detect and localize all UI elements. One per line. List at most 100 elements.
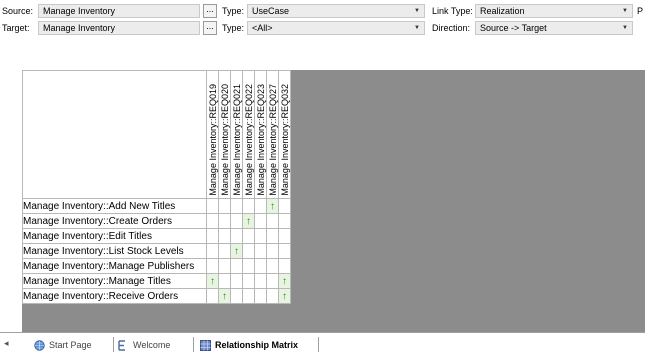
matrix-cell[interactable] bbox=[206, 198, 219, 214]
matrix-cell[interactable] bbox=[230, 213, 243, 229]
matrix-row: Manage Inventory::List Stock Levels ↑ bbox=[22, 243, 291, 259]
matrix-cell[interactable] bbox=[218, 258, 231, 274]
matrix-cell[interactable] bbox=[230, 273, 243, 289]
matrix-cell[interactable] bbox=[242, 288, 255, 304]
row-header[interactable]: Manage Inventory::Add New Titles bbox=[22, 198, 207, 214]
source-field[interactable]: Manage Inventory bbox=[38, 4, 200, 18]
matrix-cell[interactable] bbox=[206, 258, 219, 274]
matrix-cell-linked[interactable]: ↑ bbox=[278, 288, 291, 304]
matrix-cell[interactable] bbox=[254, 243, 267, 259]
matrix-cell[interactable] bbox=[218, 273, 231, 289]
row-header[interactable]: Manage Inventory::Edit Titles bbox=[22, 228, 207, 244]
column-header[interactable]: Manage Inventory::REQ023 bbox=[254, 70, 267, 199]
matrix-row: Manage Inventory::Manage Titles ↑ ↑ bbox=[22, 273, 291, 289]
target-type-dropdown[interactable]: <All> ▼ bbox=[247, 21, 425, 35]
matrix-row: Manage Inventory::Create Orders ↑ bbox=[22, 213, 291, 229]
arrow-up-icon: ↑ bbox=[246, 215, 251, 227]
source-type-value: UseCase bbox=[252, 6, 290, 16]
matrix-cell[interactable] bbox=[230, 258, 243, 274]
matrix-cell[interactable] bbox=[254, 258, 267, 274]
matrix-cell[interactable] bbox=[206, 213, 219, 229]
direction-label: Direction: bbox=[432, 23, 471, 33]
matrix-cell[interactable] bbox=[254, 213, 267, 229]
column-header[interactable]: Manage Inventory::REQ022 bbox=[242, 70, 255, 199]
matrix-cell-linked[interactable]: ↑ bbox=[230, 243, 243, 259]
row-header[interactable]: Manage Inventory::Create Orders bbox=[22, 213, 207, 229]
matrix-cell[interactable] bbox=[230, 288, 243, 304]
matrix-cell-linked[interactable]: ↑ bbox=[218, 288, 231, 304]
source-browse-button[interactable]: ... bbox=[203, 4, 217, 18]
matrix-cell[interactable] bbox=[254, 198, 267, 214]
matrix-cell[interactable] bbox=[278, 258, 291, 274]
matrix-cell[interactable] bbox=[218, 243, 231, 259]
column-header[interactable]: Manage Inventory::REQ021 bbox=[230, 70, 243, 199]
matrix-cell[interactable] bbox=[218, 228, 231, 244]
link-type-dropdown[interactable]: Realization ▼ bbox=[475, 4, 633, 18]
column-header-label: Manage Inventory::REQ032 bbox=[280, 84, 290, 196]
matrix-cell[interactable] bbox=[278, 243, 291, 259]
row-header[interactable]: Manage Inventory::Manage Publishers bbox=[22, 258, 207, 274]
cut-off-label: P bbox=[637, 6, 644, 16]
matrix-cell[interactable] bbox=[278, 213, 291, 229]
row-header[interactable]: Manage Inventory::Receive Orders bbox=[22, 288, 207, 304]
matrix-cell[interactable] bbox=[266, 213, 279, 229]
matrix-cell[interactable] bbox=[266, 243, 279, 259]
link-type-value: Realization bbox=[480, 6, 525, 16]
tab-welcome[interactable]: Welcome bbox=[118, 336, 170, 354]
chevron-down-icon: ▼ bbox=[622, 8, 628, 14]
matrix-cell-linked[interactable]: ↑ bbox=[266, 198, 279, 214]
matrix-cell[interactable] bbox=[266, 273, 279, 289]
row-header[interactable]: Manage Inventory::Manage Titles bbox=[22, 273, 207, 289]
matrix-cell[interactable] bbox=[242, 273, 255, 289]
column-header-label: Manage Inventory::REQ023 bbox=[256, 84, 266, 196]
matrix-cell[interactable] bbox=[242, 243, 255, 259]
matrix-cell[interactable] bbox=[218, 213, 231, 229]
column-header[interactable]: Manage Inventory::REQ019 bbox=[206, 70, 219, 199]
column-header-label: Manage Inventory::REQ027 bbox=[268, 84, 278, 196]
column-header[interactable]: Manage Inventory::REQ027 bbox=[266, 70, 279, 199]
matrix-cell[interactable] bbox=[206, 288, 219, 304]
matrix-cell[interactable] bbox=[266, 288, 279, 304]
matrix-cell[interactable] bbox=[266, 258, 279, 274]
matrix-cell-linked[interactable]: ↑ bbox=[206, 273, 219, 289]
matrix-cell[interactable] bbox=[242, 228, 255, 244]
matrix-cell[interactable] bbox=[254, 273, 267, 289]
matrix-cell[interactable] bbox=[254, 288, 267, 304]
matrix-cell[interactable] bbox=[242, 198, 255, 214]
matrix-cell[interactable] bbox=[278, 198, 291, 214]
matrix-corner bbox=[22, 70, 207, 199]
matrix-cell[interactable] bbox=[242, 258, 255, 274]
matrix-cell[interactable] bbox=[230, 198, 243, 214]
matrix-cell-linked[interactable]: ↑ bbox=[242, 213, 255, 229]
matrix-viewport[interactable]: Manage Inventory::REQ019 Manage Inventory… bbox=[0, 54, 645, 332]
tab-scroll-left-icon[interactable]: ◂ bbox=[4, 338, 9, 349]
matrix-cell[interactable] bbox=[206, 228, 219, 244]
column-header-label: Manage Inventory::REQ019 bbox=[208, 84, 218, 196]
tab-label: Start Page bbox=[49, 340, 92, 350]
direction-dropdown[interactable]: Source -> Target ▼ bbox=[475, 21, 633, 35]
source-type-dropdown[interactable]: UseCase ▼ bbox=[247, 4, 425, 18]
column-header[interactable]: Manage Inventory::REQ020 bbox=[218, 70, 231, 199]
target-browse-button[interactable]: ... bbox=[203, 21, 217, 35]
matrix-toolbar: Source: Manage Inventory ... Target: Man… bbox=[0, 0, 645, 54]
matrix-cell-linked[interactable]: ↑ bbox=[278, 273, 291, 289]
tab-relationship-matrix[interactable]: Relationship Matrix bbox=[200, 336, 298, 354]
arrow-up-icon: ↑ bbox=[282, 275, 287, 287]
column-header-label: Manage Inventory::REQ020 bbox=[220, 84, 230, 196]
matrix-cell[interactable] bbox=[278, 228, 291, 244]
column-header-label: Manage Inventory::REQ021 bbox=[232, 84, 242, 196]
matrix-cell[interactable] bbox=[206, 243, 219, 259]
matrix-cell[interactable] bbox=[230, 228, 243, 244]
target-field[interactable]: Manage Inventory bbox=[38, 21, 200, 35]
column-header[interactable]: Manage Inventory::REQ032 bbox=[278, 70, 291, 199]
matrix-cell[interactable] bbox=[266, 228, 279, 244]
link-type-label: Link Type: bbox=[432, 6, 473, 16]
target-type-label: Type: bbox=[222, 23, 245, 33]
tab-start-page[interactable]: Start Page bbox=[34, 336, 92, 354]
matrix-row: Manage Inventory::Receive Orders ↑ ↑ bbox=[22, 288, 291, 304]
matrix-cell[interactable] bbox=[254, 228, 267, 244]
matrix-row: Manage Inventory::Add New Titles ↑ bbox=[22, 198, 291, 214]
direction-value: Source -> Target bbox=[480, 23, 547, 33]
row-header[interactable]: Manage Inventory::List Stock Levels bbox=[22, 243, 207, 259]
matrix-cell[interactable] bbox=[218, 198, 231, 214]
